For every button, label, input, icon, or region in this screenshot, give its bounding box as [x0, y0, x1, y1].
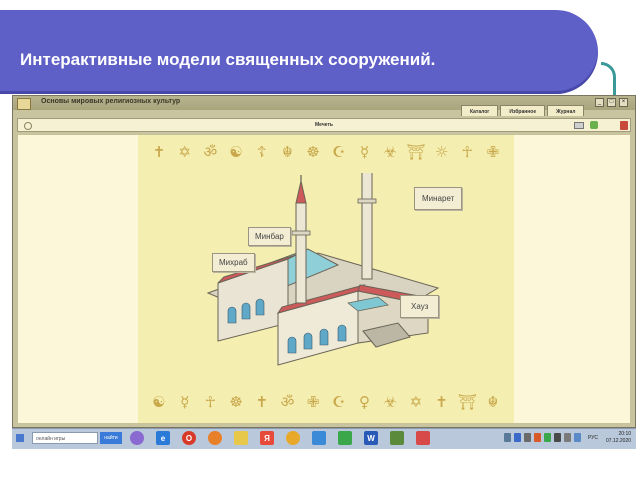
volume-icon[interactable]	[564, 433, 571, 442]
taskbar-apps: e O Я W	[130, 431, 430, 445]
symbol-icon[interactable]: ☪	[328, 143, 350, 161]
symbol-icon[interactable]: ⛩	[456, 393, 478, 411]
maximize-button[interactable]: □	[607, 98, 616, 107]
religious-symbols-top: ✝ ✡ ॐ ☯ ☦ ☬ ☸ ☪ ☿ ☣ ⛩ ☼ ☥ ✙	[148, 143, 504, 161]
close-window-button[interactable]: ×	[619, 98, 628, 107]
symbol-icon[interactable]: ☬	[276, 143, 298, 161]
taskbar: онлайн игры найти e O Я W РУС 20:10 07.1…	[12, 428, 636, 449]
symbol-icon[interactable]: ✙	[302, 393, 324, 411]
symbol-icon[interactable]: ॐ	[199, 143, 221, 161]
tray-icon[interactable]	[544, 433, 551, 442]
taskbar-clock[interactable]: 20:10 07.12.2020	[606, 431, 631, 445]
symbol-icon[interactable]: ☦	[251, 143, 273, 161]
slide-title: Интерактивные модели священных сооружени…	[20, 50, 436, 69]
app-icon	[17, 98, 31, 110]
file-explorer-icon[interactable]	[234, 431, 248, 445]
print-icon[interactable]	[574, 122, 584, 129]
browser-ie-icon[interactable]: e	[156, 431, 170, 445]
tray-icon[interactable]	[524, 433, 531, 442]
callout-mihrab[interactable]: Михраб	[212, 253, 255, 272]
symbol-icon[interactable]: ☣	[379, 393, 401, 411]
symbol-icon[interactable]: ☥	[456, 143, 478, 161]
minimize-button[interactable]: _	[595, 98, 604, 107]
symbol-icon[interactable]: ♀	[354, 393, 376, 411]
media-player-icon[interactable]	[312, 431, 326, 445]
opera-icon[interactable]: O	[182, 431, 196, 445]
tab-favorites[interactable]: Избранное	[500, 105, 546, 116]
yandex-icon[interactable]: Я	[260, 431, 274, 445]
network-icon[interactable]	[554, 433, 561, 442]
app-launcher-icon[interactable]	[130, 431, 144, 445]
symbol-icon[interactable]: ✡	[174, 143, 196, 161]
tab-journal[interactable]: Журнал	[547, 105, 585, 116]
symbol-icon[interactable]: ✝	[148, 143, 170, 161]
app-window-title: Основы мировых религиозных культур	[41, 98, 181, 105]
symbol-icon[interactable]: ☼	[431, 143, 453, 161]
symbol-icon[interactable]: ✙	[482, 143, 504, 161]
content-area: ✝ ✡ ॐ ☯ ☦ ☬ ☸ ☪ ☿ ☣ ⛩ ☼ ☥ ✙ Минарет Минб…	[17, 134, 631, 424]
windows-start-icon[interactable]	[16, 434, 24, 442]
symbol-icon[interactable]: ☯	[225, 143, 247, 161]
symbol-icon[interactable]: ✝	[251, 393, 273, 411]
tray-icon[interactable]	[514, 433, 521, 442]
religious-symbols-bottom: ☯ ☿ ☥ ☸ ✝ ॐ ✙ ☪ ♀ ☣ ✡ ✝ ⛩ ☬	[148, 393, 504, 411]
app-window: Основы мировых религиозных культур _ □ ×…	[12, 95, 636, 428]
tab-catalog[interactable]: Каталог	[461, 105, 499, 116]
callout-minbar[interactable]: Минбар	[248, 227, 291, 246]
taskbar-search-input[interactable]: онлайн игры	[32, 432, 98, 444]
close-page-icon[interactable]	[620, 121, 628, 130]
taskbar-search-button[interactable]: найти	[100, 432, 122, 444]
symbol-icon[interactable]: ☬	[482, 393, 504, 411]
language-indicator[interactable]: РУС	[588, 435, 598, 441]
symbol-icon[interactable]: ☸	[225, 393, 247, 411]
symbol-icon[interactable]: ✝	[431, 393, 453, 411]
battery-icon[interactable]	[574, 433, 581, 442]
pdf-icon[interactable]	[416, 431, 430, 445]
slide-title-banner: Интерактивные модели священных сооружени…	[0, 10, 598, 94]
clock-time: 20:10	[618, 431, 632, 437]
save-icon[interactable]	[590, 121, 598, 129]
model-panel: ✝ ✡ ॐ ☯ ☦ ☬ ☸ ☪ ☿ ☣ ⛩ ☼ ☥ ✙ Минарет Минб…	[138, 135, 514, 423]
clock-date: 07.12.2020	[606, 438, 632, 444]
avast-icon[interactable]	[286, 431, 300, 445]
symbol-icon[interactable]: ☥	[199, 393, 221, 411]
symbol-icon[interactable]: ☿	[174, 393, 196, 411]
toolbar-title: Мечеть	[315, 122, 333, 128]
tray-icon[interactable]	[534, 433, 541, 442]
symbol-icon[interactable]: ☣	[379, 143, 401, 161]
callout-hauz[interactable]: Хауз	[400, 295, 440, 318]
symbol-icon[interactable]: ☪	[328, 393, 350, 411]
content-toolbar: Мечеть	[17, 118, 631, 132]
symbol-icon[interactable]: ☯	[148, 393, 170, 411]
app-tabs: Каталог Избранное Журнал	[461, 105, 585, 117]
system-tray	[504, 433, 581, 442]
symbol-icon[interactable]: ⛩	[405, 143, 427, 161]
symbol-icon[interactable]: ॐ	[276, 393, 298, 411]
mosque-model[interactable]	[188, 173, 448, 373]
symbol-icon[interactable]: ☿	[354, 143, 376, 161]
symbol-icon[interactable]: ✡	[405, 393, 427, 411]
firefox-icon[interactable]	[208, 431, 222, 445]
spreadsheet-icon[interactable]	[338, 431, 352, 445]
word-icon[interactable]: W	[364, 431, 378, 445]
image-viewer-icon[interactable]	[390, 431, 404, 445]
symbol-icon[interactable]: ☸	[302, 143, 324, 161]
tray-icon[interactable]	[504, 433, 511, 442]
callout-minaret[interactable]: Минарет	[414, 187, 463, 210]
minaret-tall	[357, 173, 377, 280]
